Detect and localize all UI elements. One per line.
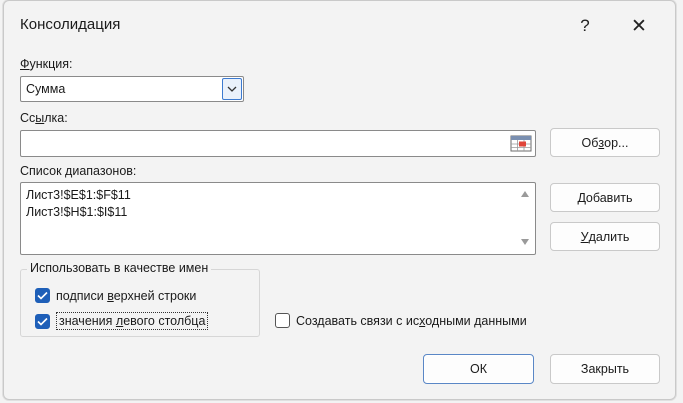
create-links-label-post: одными данными <box>425 313 527 328</box>
add-button[interactable]: Добавить <box>550 183 660 212</box>
function-combobox[interactable]: Сумма <box>20 76 244 102</box>
delete-button-post: далить <box>588 229 630 244</box>
left-column-checkbox[interactable] <box>35 313 50 329</box>
title-bar: Консолидация ? ✕ <box>4 1 675 51</box>
checkmark-icon <box>37 317 48 326</box>
help-button[interactable]: ? <box>565 11 605 41</box>
create-links-label-pre: Создавать связи с ис <box>296 313 420 328</box>
close-dialog-button[interactable]: Закрыть <box>550 354 660 384</box>
list-item[interactable]: Лист3!$E$1:$F$11 <box>26 188 131 202</box>
use-labels-group: Использовать в качестве имен подписи вер… <box>20 261 260 337</box>
list-item[interactable]: Лист3!$H$1:$I$11 <box>26 205 127 219</box>
use-labels-group-title: Использовать в качестве имен <box>27 261 212 275</box>
browse-button[interactable]: Об з ор... <box>550 128 660 157</box>
ok-button[interactable]: ОК <box>423 354 534 384</box>
chevron-down-icon <box>227 86 237 92</box>
reference-input[interactable] <box>20 130 536 157</box>
dialog-title: Консолидация <box>20 16 121 33</box>
browse-button-post: ор... <box>604 135 629 150</box>
function-dropdown-button[interactable] <box>222 78 242 100</box>
browse-button-pre: Об <box>581 135 599 150</box>
close-icon: ✕ <box>631 15 647 37</box>
top-row-label: подписи верхней строки <box>56 289 196 303</box>
ranges-listbox[interactable]: Лист3!$E$1:$F$11 Лист3!$H$1:$I$11 <box>20 182 536 255</box>
reference-label-pre: Сс <box>20 111 36 125</box>
function-label-text: ункция: <box>29 57 73 71</box>
top-row-checkbox-row[interactable]: подписи верхней строки <box>35 288 196 303</box>
scroll-up-icon[interactable] <box>520 190 530 198</box>
scroll-down-icon[interactable] <box>520 238 530 246</box>
range-select-icon[interactable] <box>510 134 532 153</box>
delete-button[interactable]: Удалить <box>550 222 660 251</box>
top-row-label-post: ерхней строки <box>113 288 197 303</box>
left-column-checkbox-row[interactable]: значения левого столбца <box>35 312 209 330</box>
consolidate-dialog: Консолидация ? ✕ Функция: Сумма Ссылка: … <box>3 0 676 400</box>
reference-label: Ссылка: <box>20 111 68 125</box>
top-row-checkbox[interactable] <box>35 288 50 303</box>
function-label-accesskey: Ф <box>20 57 30 71</box>
add-button-accesskey: Д <box>577 190 586 205</box>
left-column-label-post: евого столбца <box>123 314 206 328</box>
help-icon: ? <box>580 16 590 35</box>
left-column-label: значения левого столбца <box>56 312 209 330</box>
create-links-label: Создавать связи с исходными данными <box>296 314 527 328</box>
reference-label-accesskey: ы <box>35 111 45 125</box>
create-links-checkbox[interactable] <box>275 313 290 328</box>
left-column-label-pre: значения <box>59 314 116 328</box>
reference-label-post: лка: <box>44 111 68 125</box>
checkmark-icon <box>37 291 48 300</box>
close-button[interactable]: ✕ <box>619 11 659 41</box>
add-button-post: обавить <box>585 190 633 205</box>
delete-button-accesskey: У <box>580 229 589 244</box>
ranges-label: Список диапазонов: <box>20 164 137 178</box>
function-selected-value: Сумма <box>26 82 66 96</box>
function-label: Функция: <box>20 57 73 71</box>
top-row-label-pre: подписи <box>56 288 108 303</box>
create-links-checkbox-row[interactable]: Создавать связи с исходными данными <box>275 313 527 328</box>
